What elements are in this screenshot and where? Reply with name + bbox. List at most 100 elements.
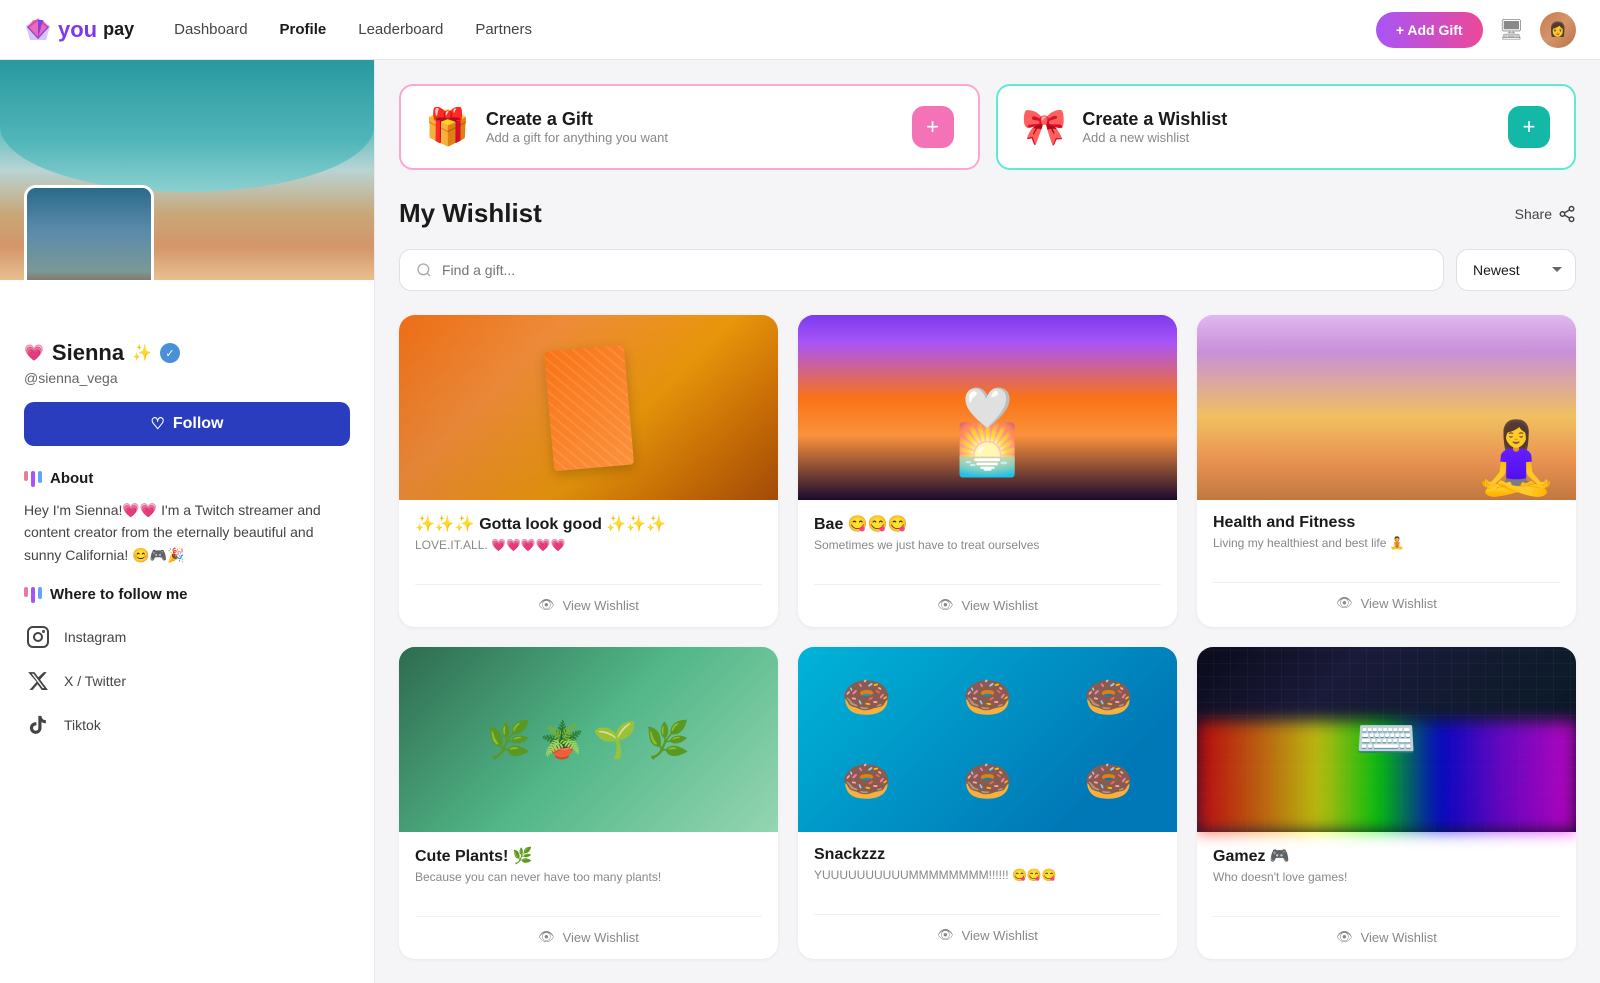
keyboard-emoji: ⌨️: [1355, 710, 1417, 769]
wishlist-card-3[interactable]: 🧘‍♀️ Health and Fitness Living my health…: [1197, 315, 1576, 627]
card-2-body: Bae 😋😋😋 Sometimes we just have to treat …: [798, 500, 1177, 627]
social-tiktok[interactable]: Tiktok: [24, 703, 350, 747]
follow-button[interactable]: ♡ Follow: [24, 402, 350, 446]
eye-icon-5: 👁: [937, 927, 954, 943]
nav-leaderboard[interactable]: Leaderboard: [358, 21, 443, 38]
card-3-view-label: View Wishlist: [1361, 596, 1437, 611]
wishlist-card-5[interactable]: 🍩 🍩 🍩 🍩 🍩 🍩 Snackzzz YUUUUUUUUUUMMMMMMMM…: [798, 647, 1177, 959]
card-3-footer[interactable]: 👁 View Wishlist: [1213, 582, 1560, 611]
bar3b: [38, 587, 42, 599]
plant-4: 🌿: [645, 719, 690, 761]
profile-image: ⊞: [24, 185, 154, 280]
wishlist-icon: 🎀: [1022, 106, 1067, 148]
bar1: [24, 471, 28, 481]
instagram-label: Instagram: [64, 629, 126, 645]
card-6-title: Gamez 🎮: [1213, 846, 1560, 866]
card-1-footer[interactable]: 👁 View Wishlist: [415, 584, 762, 613]
wishlist-card-6[interactable]: ⌨️ Gamez 🎮 Who doesn't love games! 👁 Vie…: [1197, 647, 1576, 959]
add-gift-button[interactable]: + Add Gift: [1376, 12, 1483, 48]
card-1-image: [399, 315, 778, 500]
nav-partners[interactable]: Partners: [475, 21, 532, 38]
card-2-view-label: View Wishlist: [962, 598, 1038, 613]
search-input[interactable]: [442, 262, 1427, 278]
donut-6: 🍩: [1084, 758, 1134, 805]
card-4-footer[interactable]: 👁 View Wishlist: [415, 916, 762, 945]
bar2b: [31, 587, 35, 603]
social-twitter[interactable]: X / Twitter: [24, 659, 350, 703]
nav-right: + Add Gift 🖥 👩: [1376, 12, 1576, 48]
cover-photo: ⊞: [0, 60, 374, 280]
create-wishlist-add-button[interactable]: +: [1508, 106, 1550, 148]
card-3-subtitle: Living my healthiest and best life 🧘: [1213, 536, 1560, 568]
avatar-image: 👩: [1540, 12, 1576, 48]
card-6-subtitle: Who doesn't love games!: [1213, 870, 1560, 902]
create-gift-text: Create a Gift Add a gift for anything yo…: [486, 109, 668, 145]
nav-profile[interactable]: Profile: [280, 21, 327, 38]
share-button[interactable]: Share: [1515, 205, 1576, 223]
create-gift-title: Create a Gift: [486, 109, 668, 130]
donut-3: 🍩: [1084, 674, 1134, 721]
twitter-icon: [24, 667, 52, 695]
user-handle: @sienna_vega: [24, 370, 350, 386]
logo[interactable]: youpay: [24, 16, 134, 44]
card-4-view-label: View Wishlist: [563, 930, 639, 945]
card-3-image: 🧘‍♀️: [1197, 315, 1576, 500]
card-3-body: Health and Fitness Living my healthiest …: [1197, 500, 1576, 625]
card-4-image: 🌿 🪴 🌱 🌿: [399, 647, 778, 832]
eye-icon-6: 👁: [1336, 929, 1353, 945]
verified-icon: ✓: [160, 343, 180, 363]
card-1-view-label: View Wishlist: [563, 598, 639, 613]
create-wishlist-card[interactable]: 🎀 Create a Wishlist Add a new wishlist +: [996, 84, 1577, 170]
monitor-icon[interactable]: 🖥: [1499, 17, 1524, 42]
main-content: 🎁 Create a Gift Add a gift for anything …: [375, 60, 1600, 983]
donut-1: 🍩: [842, 674, 892, 721]
create-gift-card[interactable]: 🎁 Create a Gift Add a gift for anything …: [399, 84, 980, 170]
bars-icon: [24, 471, 42, 487]
card-6-footer[interactable]: 👁 View Wishlist: [1213, 916, 1560, 945]
wishlist-grid: ✨✨✨ Gotta look good ✨✨✨ LOVE.IT.ALL. 💗💗💗…: [399, 315, 1576, 959]
follow-me-label-text: Where to follow me: [50, 586, 188, 603]
filter-select[interactable]: Newest Oldest Popular: [1456, 249, 1576, 291]
nav-dashboard[interactable]: Dashboard: [174, 21, 247, 38]
create-wishlist-text: Create a Wishlist Add a new wishlist: [1082, 109, 1227, 145]
bar3: [38, 471, 42, 483]
card-5-footer[interactable]: 👁 View Wishlist: [814, 914, 1161, 943]
plant-3: 🌱: [593, 719, 638, 761]
display-name: Sienna: [52, 340, 124, 366]
share-label: Share: [1515, 206, 1552, 222]
eye-icon-4: 👁: [538, 929, 555, 945]
card-3-title: Health and Fitness: [1213, 514, 1560, 532]
twitter-label: X / Twitter: [64, 673, 126, 689]
card-1-title: ✨✨✨ Gotta look good ✨✨✨: [415, 514, 762, 534]
profile-photo: [27, 188, 151, 280]
plant-1: 🌿: [487, 719, 532, 761]
social-instagram[interactable]: Instagram: [24, 615, 350, 659]
card-2-footer[interactable]: 👁 View Wishlist: [814, 584, 1161, 613]
logo-icon: [24, 16, 52, 44]
card-5-image: 🍩 🍩 🍩 🍩 🍩 🍩: [798, 647, 1177, 832]
wishlist-card-2[interactable]: 🌅 🤍 Bae 😋😋😋 Sometimes we just have to tr…: [798, 315, 1177, 627]
wishlist-title: My Wishlist: [399, 198, 542, 229]
bar1b: [24, 587, 28, 597]
sidebar: ⊞ 💗 Sienna ✨ ✓ @sienna_vega ♡ Follow: [0, 60, 375, 983]
main-layout: ⊞ 💗 Sienna ✨ ✓ @sienna_vega ♡ Follow: [0, 60, 1600, 983]
card-4-title: Cute Plants! 🌿: [415, 846, 762, 866]
user-name-row: 💗 Sienna ✨ ✓: [24, 340, 350, 366]
sidebar-body: 💗 Sienna ✨ ✓ @sienna_vega ♡ Follow About…: [0, 280, 374, 771]
user-avatar[interactable]: 👩: [1540, 12, 1576, 48]
heart-emoji: 💗: [24, 343, 44, 363]
eye-icon-1: 👁: [538, 597, 555, 613]
wishlist-card-1[interactable]: ✨✨✨ Gotta look good ✨✨✨ LOVE.IT.ALL. 💗💗💗…: [399, 315, 778, 627]
wishlist-header: My Wishlist Share: [399, 198, 1576, 229]
wishlist-card-4[interactable]: 🌿 🪴 🌱 🌿 Cute Plants! 🌿 Because you can n…: [399, 647, 778, 959]
create-wishlist-card-left: 🎀 Create a Wishlist Add a new wishlist: [1022, 106, 1228, 148]
card-6-view-label: View Wishlist: [1361, 930, 1437, 945]
yoga-silhouette: 🧘‍♀️: [1473, 418, 1560, 500]
plant-2: 🪴: [540, 719, 585, 761]
eye-icon-2: 👁: [937, 597, 954, 613]
eye-icon-3: 👁: [1336, 595, 1353, 611]
create-wishlist-title: Create a Wishlist: [1082, 109, 1227, 130]
create-gift-add-button[interactable]: +: [912, 106, 954, 148]
heart-icon: ♡: [151, 414, 165, 434]
create-gift-subtitle: Add a gift for anything you want: [486, 130, 668, 145]
